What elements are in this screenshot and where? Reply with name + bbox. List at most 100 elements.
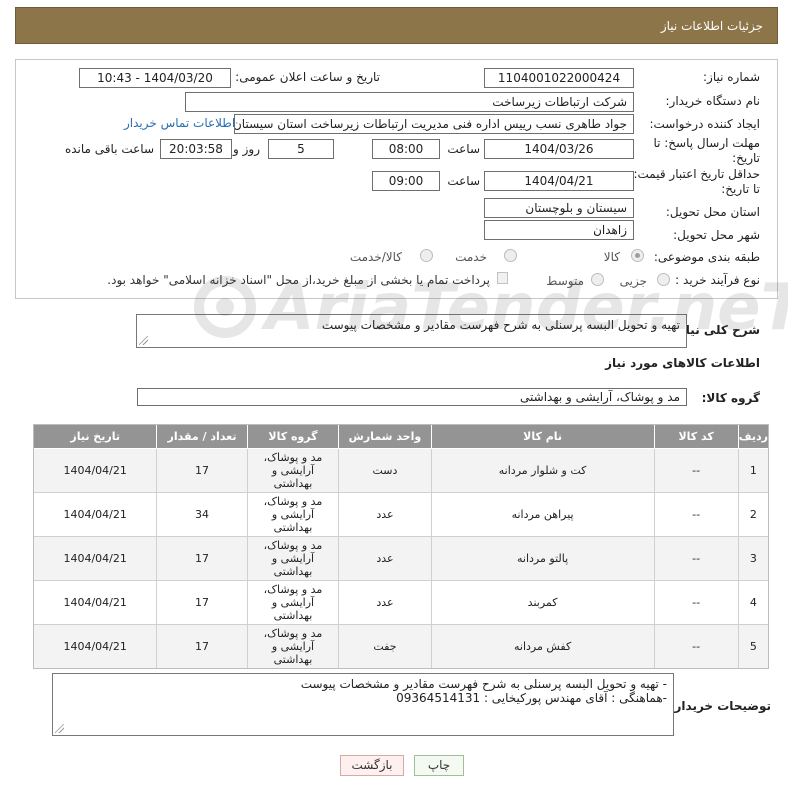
process-radio-minor[interactable]	[657, 273, 670, 286]
cell-quantity: 17	[156, 449, 247, 493]
cell-row-number: 4	[737, 581, 768, 625]
deadline-time-label: ساعت	[447, 142, 480, 156]
cell-quantity: 17	[156, 537, 247, 581]
col-header-quantity: تعداد / مقدار	[156, 425, 247, 449]
description-text: تهیه و تحویل البسه پرسنلی به شرح فهرست م…	[321, 318, 680, 332]
city-label: شهر محل تحویل:	[673, 228, 760, 242]
col-header-unit: واحد شمارش	[338, 425, 431, 449]
cell-unit: عدد	[338, 581, 431, 625]
validity-time-field[interactable]: 09:00	[372, 171, 440, 191]
process-option-medium: متوسط	[546, 274, 584, 288]
category-option-goods-service: کالا/خدمت	[349, 250, 402, 264]
col-header-name: نام کالا	[430, 425, 654, 449]
buyer-notes-label: توضیحات خریدار:	[669, 699, 771, 713]
resize-grip-icon[interactable]	[139, 336, 148, 345]
cell-name: کمربند	[430, 581, 654, 625]
cell-date: 1404/04/21	[34, 581, 157, 625]
cell-group: مد و پوشاک، آرایشی و بهداشتی	[246, 625, 339, 668]
cell-name: پیراهن مردانه	[430, 493, 654, 537]
description-textarea[interactable]: تهیه و تحویل البسه پرسنلی به شرح فهرست م…	[136, 314, 687, 348]
goods-table: ردیف کد کالا نام کالا واحد شمارش گروه کا…	[33, 424, 769, 669]
cell-date: 1404/04/21	[34, 449, 157, 493]
goods-group-label: گروه کالا:	[701, 391, 760, 405]
table-row[interactable]: 5 -- کفش مردانه جفت مد و پوشاک، آرایشی و…	[34, 625, 768, 668]
city-field[interactable]: زاهدان	[484, 220, 634, 240]
province-label: استان محل تحویل:	[665, 205, 760, 219]
category-option-goods: کالا	[603, 250, 620, 264]
col-header-row-number: ردیف	[737, 425, 768, 449]
deadline-date-field[interactable]: 1404/03/26	[484, 139, 634, 159]
treasury-payment-note: پرداخت تمام یا بخشی از مبلغ خرید،از محل …	[107, 273, 490, 287]
buyer-org-field[interactable]: شرکت ارتباطات زیرساخت	[185, 92, 634, 112]
announce-date-field[interactable]: 1404/03/20 - 10:43	[79, 68, 231, 88]
cell-row-number: 1	[737, 449, 768, 493]
deadline-label-line2: تاریخ:	[732, 151, 760, 165]
cell-group: مد و پوشاک، آرایشی و بهداشتی	[246, 537, 339, 581]
remaining-time-label: ساعت باقی مانده	[64, 142, 154, 156]
validity-date-field[interactable]: 1404/04/21	[484, 171, 634, 191]
creator-field[interactable]: جواد طاهری نسب رییس اداره فنی مدیریت ارت…	[234, 114, 634, 134]
category-option-service: خدمت	[455, 250, 487, 264]
cell-row-number: 3	[737, 537, 768, 581]
cell-group: مد و پوشاک، آرایشی و بهداشتی	[246, 581, 339, 625]
buyer-notes-textarea[interactable]: - تهیه و تحویل البسه پرسنلی به شرح فهرست…	[52, 673, 674, 736]
deadline-time-field[interactable]: 08:00	[372, 139, 440, 159]
cell-unit: عدد	[338, 537, 431, 581]
process-option-minor: جزیی	[619, 274, 647, 288]
process-radio-medium[interactable]	[591, 273, 604, 286]
cell-date: 1404/04/21	[34, 625, 157, 668]
cell-date: 1404/04/21	[34, 537, 157, 581]
buyer-notes-line2: -هماهنگی : آقای مهندس پورکیخایی : 093645…	[396, 691, 667, 705]
cell-name: کفش مردانه	[430, 625, 654, 668]
cell-code: --	[653, 449, 738, 493]
cell-row-number: 2	[737, 493, 768, 537]
table-header-row: ردیف کد کالا نام کالا واحد شمارش گروه کا…	[34, 425, 768, 449]
cell-group: مد و پوشاک، آرایشی و بهداشتی	[246, 493, 339, 537]
col-header-group: گروه کالا	[246, 425, 339, 449]
cell-unit: جفت	[338, 625, 431, 668]
goods-section-title: اطلاعات کالاهای مورد نیاز	[605, 356, 760, 370]
deadline-label-line1: مهلت ارسال پاسخ: تا	[653, 136, 760, 150]
days-label: روز و	[233, 142, 260, 156]
cell-unit: دست	[338, 449, 431, 493]
table-row[interactable]: 2 -- پیراهن مردانه عدد مد و پوشاک، آرایش…	[34, 493, 768, 537]
category-radio-goods[interactable]	[631, 249, 644, 262]
cell-name: پالتو مردانه	[430, 537, 654, 581]
announce-date-label: تاریخ و ساعت اعلان عمومی:	[235, 70, 380, 84]
validity-label-line1: حداقل تاریخ اعتبار قیمت:	[633, 167, 760, 181]
back-button[interactable]: بازگشت	[340, 755, 404, 776]
cell-code: --	[653, 625, 738, 668]
remaining-time-field[interactable]: 20:03:58	[160, 139, 232, 159]
cell-quantity: 17	[156, 625, 247, 668]
province-field[interactable]: سیستان و بلوچستان	[484, 198, 634, 218]
table-row[interactable]: 3 -- پالتو مردانه عدد مد و پوشاک، آرایشی…	[34, 537, 768, 581]
category-radio-goods-service[interactable]	[420, 249, 433, 262]
goods-group-field[interactable]: مد و پوشاک، آرایشی و بهداشتی	[137, 388, 687, 406]
process-type-label: نوع فرآیند خرید :	[675, 273, 760, 287]
buyer-org-label: نام دستگاه خریدار:	[665, 94, 761, 108]
cell-code: --	[653, 493, 738, 537]
buyer-contact-link[interactable]: اطلاعات تماس خریدار	[124, 116, 235, 130]
validity-time-label: ساعت	[447, 174, 480, 188]
cell-group: مد و پوشاک، آرایشی و بهداشتی	[246, 449, 339, 493]
cell-row-number: 5	[737, 625, 768, 668]
buyer-notes-line1: - تهیه و تحویل البسه پرسنلی به شرح فهرست…	[300, 677, 667, 691]
page-title-bar: جزئیات اطلاعات نیاز	[15, 7, 778, 44]
cell-date: 1404/04/21	[34, 493, 157, 537]
cell-code: --	[653, 581, 738, 625]
remaining-days-field[interactable]: 5	[268, 139, 334, 159]
print-button[interactable]: چاپ	[414, 755, 464, 776]
cell-quantity: 17	[156, 581, 247, 625]
category-radio-service[interactable]	[504, 249, 517, 262]
table-row[interactable]: 1 -- کت و شلوار مردانه دست مد و پوشاک، آ…	[34, 449, 768, 493]
table-row[interactable]: 4 -- کمربند عدد مد و پوشاک، آرایشی و بهد…	[34, 581, 768, 625]
cell-unit: عدد	[338, 493, 431, 537]
page-title: جزئیات اطلاعات نیاز	[660, 19, 763, 33]
category-label: طبقه بندی موضوعی:	[653, 250, 760, 264]
validity-label-line2: تا تاریخ:	[721, 182, 760, 196]
col-header-date: تاریخ نیاز	[34, 425, 157, 449]
treasury-payment-checkbox[interactable]	[497, 272, 508, 284]
cell-quantity: 34	[156, 493, 247, 537]
need-number-field[interactable]: 1104001022000424	[484, 68, 634, 88]
resize-grip-icon[interactable]	[55, 724, 64, 733]
